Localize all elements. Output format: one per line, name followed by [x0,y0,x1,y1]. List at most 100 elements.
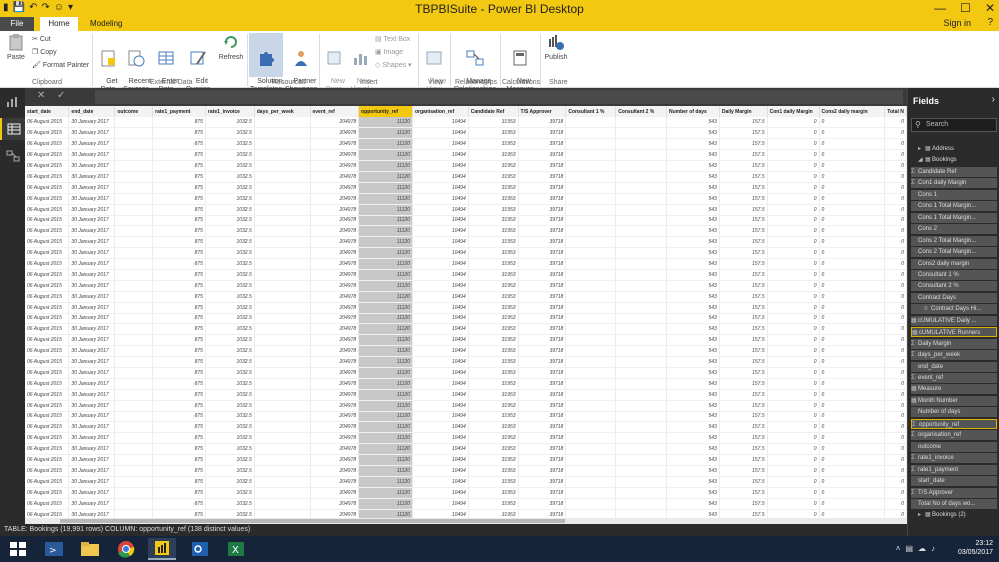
table-cell[interactable] [565,291,617,303]
table-cell[interactable] [114,498,154,510]
table-cell[interactable]: 06 August 2015 [25,182,70,194]
network-icon[interactable]: ▤ [905,544,913,553]
table-cell[interactable]: 0 [819,182,886,194]
table-cell[interactable] [114,432,154,445]
table-cell[interactable]: 204978 [310,258,360,270]
table-cell[interactable]: 06 August 2015 [25,465,70,477]
table-cell[interactable] [615,334,668,347]
table-cell[interactable]: 31953 [468,149,519,162]
table-cell[interactable]: 204978 [310,236,360,249]
table-cell[interactable] [114,411,154,423]
table-cell[interactable]: 0 [819,236,886,249]
table-cell[interactable]: 204978 [310,313,360,325]
clock[interactable]: 23:12 03/05/2017 [958,539,993,557]
table-cell[interactable]: 30 January 2017 [68,323,116,336]
table-cell[interactable] [615,204,668,216]
field-item[interactable]: Cons 1 Total Margin... [911,212,997,223]
file-explorer-icon[interactable] [76,538,104,560]
table-cell[interactable]: 0 [819,487,886,499]
field-item[interactable]: Consultant 2 % [911,281,997,292]
volume-icon[interactable]: ♪ [931,544,935,553]
table-cell[interactable]: 204978 [310,509,360,518]
table-cell[interactable]: 0 [767,117,820,129]
table-cell[interactable]: 31953 [468,280,519,292]
table-cell[interactable]: 543 [666,509,720,518]
table-cell[interactable] [254,215,311,227]
table-cell[interactable]: 11120 [358,498,413,510]
table-cell[interactable]: 204978 [310,432,360,445]
table-cell[interactable]: 10494 [412,432,469,445]
image-button[interactable]: ▣ Image [375,48,403,56]
table-cell[interactable]: 204978 [310,367,360,379]
table-cell[interactable]: 06 August 2015 [25,487,70,499]
table-cell[interactable]: 10494 [412,236,469,249]
table-cell[interactable]: 30 January 2017 [68,280,116,292]
table-cell[interactable]: 11120 [358,247,413,260]
table-cell[interactable]: 0 [819,389,886,401]
table-cell[interactable]: 157.5 [719,138,768,151]
table-cell[interactable]: 31953 [468,160,519,172]
table-cell[interactable]: 31953 [468,389,519,401]
table-cell[interactable]: 10494 [412,204,469,216]
table-cell[interactable]: 875 [152,291,206,303]
table-cell[interactable] [254,117,311,129]
table-cell[interactable]: 06 August 2015 [25,421,70,434]
table-cell[interactable]: 06 August 2015 [25,171,70,183]
column-header[interactable]: rate1_invoice [205,106,255,117]
table-cell[interactable] [565,215,617,227]
table-cell[interactable]: 0 [767,269,820,281]
table-cell[interactable]: 157.5 [719,193,768,205]
table-cell[interactable]: 875 [152,498,206,510]
table-cell[interactable] [114,345,154,358]
table-cell[interactable] [565,400,617,412]
table-cell[interactable]: 39718 [518,280,567,292]
table-cell[interactable]: 10494 [412,117,469,129]
table-cell[interactable]: 10494 [412,291,469,303]
table-cell[interactable]: 1032.5 [205,269,255,281]
table-cell[interactable]: 0 [819,323,886,336]
cut-button[interactable]: ✂ Cut [32,35,51,43]
table-cell[interactable]: 30 January 2017 [68,421,116,434]
table-cell[interactable]: 1032.5 [205,367,255,379]
table-cell[interactable]: 10494 [412,411,469,423]
table-cell[interactable]: 11120 [358,280,413,292]
column-header[interactable]: rate1_payment [152,106,206,117]
table-cell[interactable]: 543 [666,454,720,466]
table-cell[interactable] [565,443,617,456]
table-cell[interactable]: 30 January 2017 [68,127,116,140]
table-cell[interactable]: 11120 [358,378,413,390]
table-cell[interactable]: 1032.5 [205,487,255,499]
table-cell[interactable]: 10494 [412,378,469,390]
table-cell[interactable]: 0 [819,269,886,281]
table-cell[interactable] [254,411,311,423]
table-cell[interactable] [254,204,311,216]
table-cell[interactable] [254,323,311,336]
table-cell[interactable] [565,345,617,358]
table-cell[interactable]: 30 January 2017 [68,356,116,368]
table-cell[interactable]: 39718 [518,356,567,368]
table-cell[interactable]: 06 August 2015 [25,454,70,466]
table-cell[interactable]: 39718 [518,378,567,390]
table-cell[interactable]: 11120 [358,421,413,434]
table-cell[interactable] [114,487,154,499]
table-cell[interactable]: 31953 [468,487,519,499]
field-item[interactable]: ▦Month Number [911,395,997,406]
table-cell[interactable]: 0 [884,476,907,488]
table-cell[interactable] [254,149,311,162]
table-cell[interactable] [254,432,311,445]
table-cell[interactable] [615,160,668,172]
table-cell[interactable]: 0 [819,411,886,423]
table-cell[interactable]: 06 August 2015 [25,149,70,162]
table-cell[interactable]: 204978 [310,411,360,423]
table-cell[interactable]: 10494 [412,171,469,183]
table-cell[interactable]: 0 [819,443,886,456]
table-cell[interactable] [615,476,668,488]
table-cell[interactable]: 30 January 2017 [68,258,116,270]
table-cell[interactable]: 11120 [358,367,413,379]
table-cell[interactable]: 06 August 2015 [25,476,70,488]
table-cell[interactable]: 39718 [518,432,567,445]
table-cell[interactable]: 31953 [468,443,519,456]
table-cell[interactable]: 30 January 2017 [68,432,116,445]
table-cell[interactable]: 06 August 2015 [25,498,70,510]
table-cell[interactable]: 157.5 [719,280,768,292]
